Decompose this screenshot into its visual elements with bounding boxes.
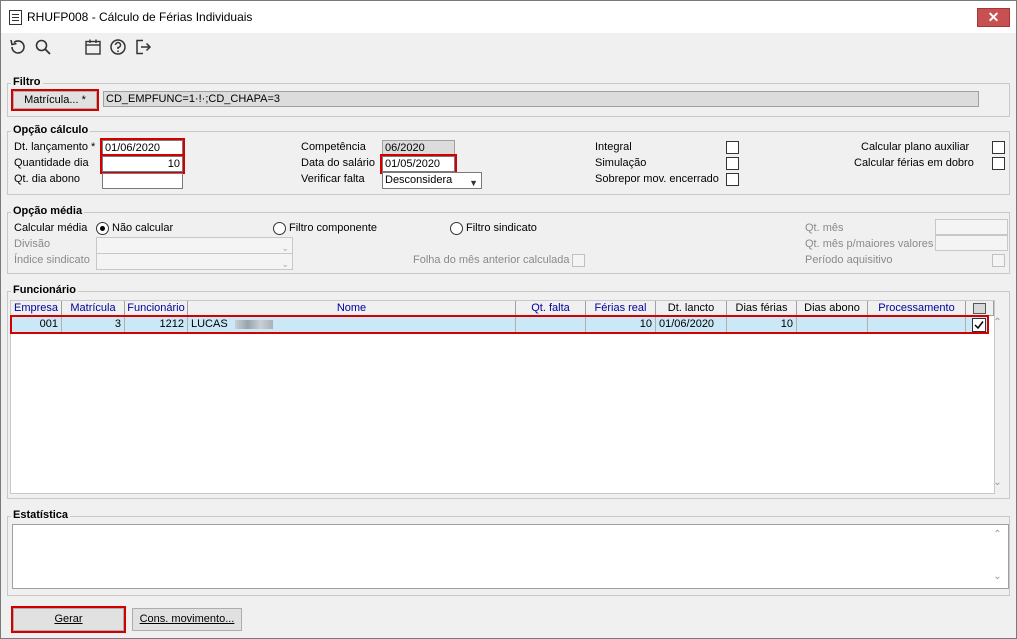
row-select-checkbox[interactable] (972, 318, 986, 332)
col-empresa[interactable]: Empresa (11, 301, 62, 315)
folha-mes-anterior-label: Folha do mês anterior calculada (413, 254, 570, 266)
competencia-input[interactable]: 06/2020 (382, 140, 455, 156)
col-dias-ferias[interactable]: Dias férias (727, 301, 797, 315)
exit-icon[interactable] (134, 38, 152, 56)
table-row[interactable]: 001 3 1212 LUCAS 10 01/06/2020 10 (10, 315, 989, 334)
scroll-down-icon[interactable]: ⌄ (992, 571, 1003, 582)
calendar-icon[interactable] (84, 38, 102, 56)
integral-label: Integral (595, 141, 632, 153)
grid-header: Empresa Matrícula Funcionário Nome Qt. f… (11, 301, 994, 316)
cell-matricula: 3 (62, 317, 125, 332)
data-salario-label: Data do salário (301, 157, 375, 169)
cell-dias-ferias: 10 (727, 317, 797, 332)
plano-auxiliar-label: Calcular plano auxiliar (861, 141, 970, 153)
funcionario-group-label: Funcionário (11, 284, 78, 296)
col-dias-abono[interactable]: Dias abono (797, 301, 868, 315)
cell-dt-lancto: 01/06/2020 (656, 317, 727, 332)
indice-sindicato-select[interactable]: ⌄ (96, 253, 293, 270)
blurred-surname (234, 319, 273, 329)
verificar-falta-select[interactable]: Desconsidera ▼ (382, 172, 482, 189)
opcao-media-group-label: Opção média (11, 205, 85, 217)
cell-dias-abono (797, 317, 868, 332)
window-title: RHUFP008 - Cálculo de Férias Individuais (27, 10, 253, 24)
simulacao-label: Simulação (595, 157, 647, 169)
funcionario-grid: Empresa Matrícula Funcionário Nome Qt. f… (10, 300, 995, 494)
col-nome[interactable]: Nome (188, 301, 516, 315)
select-all-checkbox[interactable] (973, 303, 986, 314)
search-icon[interactable] (34, 38, 52, 56)
cons-movimento-button[interactable]: Cons. movimento... (132, 608, 242, 631)
filtro-value-field[interactable]: CD_EMPFUNC=1·!·;CD_CHAPA=3 (103, 91, 979, 107)
gerar-button[interactable]: Gerar (11, 606, 126, 633)
qt-dia-abono-label: Qt. dia abono (14, 173, 81, 185)
simulacao-checkbox[interactable] (726, 157, 739, 170)
chevron-down-icon: ⌄ (281, 259, 289, 269)
cell-empresa: 001 (12, 317, 62, 332)
estatistica-group-label: Estatística (11, 509, 71, 521)
integral-checkbox[interactable] (726, 141, 739, 154)
dt-lancamento-input[interactable]: 01/06/2020 (100, 138, 185, 158)
cell-nome-text: LUCAS (191, 318, 228, 330)
radio-nao-calcular[interactable] (96, 222, 109, 235)
competencia-label: Competência (301, 141, 366, 153)
indice-sindicato-label: Índice sindicato (14, 254, 90, 266)
calcular-media-label: Calcular média (14, 222, 88, 234)
scroll-up-icon[interactable]: ⌃ (992, 529, 1003, 540)
chevron-down-icon: ▼ (469, 178, 478, 188)
periodo-aquisitivo-checkbox[interactable] (992, 254, 1005, 267)
col-matricula[interactable]: Matrícula (62, 301, 125, 315)
ferias-dobro-label: Calcular férias em dobro (854, 157, 974, 169)
divisao-select[interactable]: ⌄ (96, 237, 293, 254)
sobrepor-checkbox[interactable] (726, 173, 739, 186)
data-salario-input[interactable]: 01/05/2020 (380, 154, 457, 174)
matricula-button[interactable]: Matrícula... * (11, 89, 99, 111)
verificar-falta-label: Verificar falta (301, 173, 365, 185)
qt-mes-maiores-label: Qt. mês p/maiores valores (805, 238, 934, 250)
col-ferias-real[interactable]: Férias real (586, 301, 656, 315)
checkmark-icon (974, 321, 984, 330)
estatistica-textarea[interactable] (12, 524, 1009, 589)
filtro-group-label: Filtro (11, 76, 43, 88)
qt-mes-maiores-input[interactable] (935, 235, 1008, 251)
app-document-icon (9, 10, 22, 25)
cell-processamento (868, 317, 966, 332)
radio-filtro-sindicato[interactable] (450, 222, 463, 235)
title-bar: RHUFP008 - Cálculo de Férias Individuais… (1, 1, 1016, 33)
qt-mes-input[interactable] (935, 219, 1008, 235)
main-window: RHUFP008 - Cálculo de Férias Individuais… (0, 0, 1017, 639)
qt-mes-label: Qt. mês (805, 222, 844, 234)
divisao-label: Divisão (14, 238, 51, 250)
col-qt-falta[interactable]: Qt. falta (516, 301, 586, 315)
radio-filtro-componente[interactable] (273, 222, 286, 235)
toolbar (1, 33, 1016, 69)
quantidade-dia-input[interactable]: 10 (100, 154, 185, 174)
cell-qt-falta (516, 317, 586, 332)
cell-ferias-real: 10 (586, 317, 656, 332)
plano-auxiliar-checkbox[interactable] (992, 141, 1005, 154)
close-button[interactable]: ✕ (977, 8, 1010, 27)
help-icon[interactable] (109, 38, 127, 56)
radio-filtro-componente-label: Filtro componente (289, 222, 378, 234)
col-select-all[interactable] (966, 301, 994, 315)
cell-funcionario: 1212 (125, 317, 188, 332)
dt-lancamento-label: Dt. lançamento * (14, 141, 96, 153)
opcao-calculo-group-label: Opção cálculo (11, 124, 91, 136)
undo-icon[interactable] (8, 38, 26, 56)
folha-mes-anterior-checkbox[interactable] (572, 254, 585, 267)
col-dt-lancto[interactable]: Dt. lancto (656, 301, 727, 315)
quantidade-dia-label: Quantidade dia (14, 157, 89, 169)
ferias-dobro-checkbox[interactable] (992, 157, 1005, 170)
scroll-up-icon[interactable]: ⌃ (992, 317, 1003, 328)
cell-nome: LUCAS (188, 317, 516, 332)
scroll-down-icon[interactable]: ⌄ (992, 477, 1003, 488)
sobrepor-label: Sobrepor mov. encerrado (595, 173, 719, 185)
col-funcionario[interactable]: Funcionário (125, 301, 188, 315)
verificar-falta-value: Desconsidera (385, 174, 453, 186)
qt-dia-abono-input[interactable] (102, 173, 183, 189)
col-processamento[interactable]: Processamento (868, 301, 966, 315)
radio-nao-calcular-label: Não calcular (112, 222, 174, 234)
radio-filtro-sindicato-label: Filtro sindicato (466, 222, 537, 234)
periodo-aquisitivo-label: Período aquisitivo (805, 254, 893, 266)
